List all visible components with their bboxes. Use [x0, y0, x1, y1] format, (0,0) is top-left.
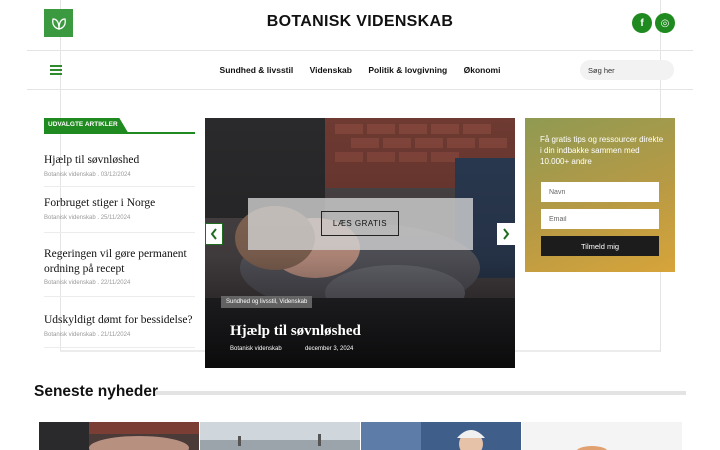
slide-category[interactable]: Sundhed og livsstil, Videnskab	[221, 296, 313, 308]
subscribe-button[interactable]: Tilmeld mig	[541, 236, 659, 256]
article-meta: Botanisk videnskab . 22/11/2024	[44, 280, 131, 286]
slide-title[interactable]: Hjælp til søvnløshed	[230, 323, 361, 340]
read-free-button[interactable]: LÆS GRATIS	[321, 211, 399, 236]
instagram-icon[interactable]: ◎	[655, 13, 675, 33]
chevron-left-icon	[210, 228, 217, 240]
main-nav: Sundhed & livsstil Videnskab Politik & l…	[27, 51, 693, 89]
featured-article[interactable]: Forbruget stiger i Norge Botanisk videns…	[44, 196, 195, 221]
name-field[interactable]	[541, 182, 659, 202]
divider	[44, 186, 195, 187]
divider	[44, 232, 195, 233]
featured-article[interactable]: Hjælp til søvnløshed Botanisk videnskab …	[44, 153, 195, 178]
divider	[44, 347, 195, 348]
nav-link-okonomi[interactable]: Økonomi	[464, 65, 501, 75]
article-meta: Botanisk videnskab . 03/12/2024	[44, 171, 131, 178]
featured-article[interactable]: Udskyldigt dømt for bessidelse? Botanisk…	[44, 313, 195, 338]
section-title: Seneste nyheder	[34, 383, 159, 400]
thumbnail-image	[39, 422, 199, 450]
nav-link-sundhed[interactable]: Sundhed & livsstil	[220, 65, 294, 75]
site-title[interactable]: BOTANISK VIDENSKAB	[0, 13, 720, 31]
article-title[interactable]: Forbruget stiger i Norge	[44, 196, 195, 211]
news-thumbnail[interactable]	[522, 422, 682, 450]
thumbnail-image	[361, 422, 521, 450]
frame-line	[27, 89, 693, 90]
news-thumbnail[interactable]	[361, 422, 521, 450]
article-title[interactable]: Regeringen vil gøre permanent ordning på…	[44, 247, 195, 276]
chevron-right-icon	[503, 228, 510, 240]
slide-author[interactable]: Botanisk videnskab	[230, 346, 282, 352]
slide-date: december 3, 2024	[305, 346, 354, 352]
email-field[interactable]	[541, 209, 659, 229]
featured-label: UDVALGTE ARTIKLER	[44, 118, 128, 132]
nav-link-videnskab[interactable]: Videnskab	[310, 65, 352, 75]
site-header: BOTANISK VIDENSKAB f ◎	[0, 0, 720, 50]
search-input[interactable]	[580, 60, 674, 80]
nav-link-politik[interactable]: Politik & lovgivning	[368, 65, 447, 75]
article-meta: Botanisk videnskab . 25/11/2024	[44, 214, 131, 221]
featured-header: UDVALGTE ARTIKLER	[44, 118, 195, 134]
newsletter-box: Få gratis tips og ressourcer direkte i d…	[525, 118, 675, 272]
newsletter-text: Få gratis tips og ressourcer direkte i d…	[540, 135, 664, 166]
divider	[44, 296, 195, 297]
slider-next-button[interactable]	[497, 223, 515, 245]
section-divider	[155, 391, 686, 395]
featured-article[interactable]: Regeringen vil gøre permanent ordning på…	[44, 247, 195, 286]
thumbnail-image	[200, 422, 360, 450]
hero-slider[interactable]: LÆS GRATIS Sundhed og livsstil, Videnska…	[205, 118, 515, 368]
thumbnail-image	[522, 422, 682, 450]
article-title[interactable]: Hjælp til søvnløshed	[44, 153, 195, 168]
slider-prev-button[interactable]	[205, 223, 223, 245]
article-title[interactable]: Udskyldigt dømt for bessidelse?	[44, 313, 195, 328]
news-thumbnail[interactable]	[200, 422, 360, 450]
news-thumbnail[interactable]	[39, 422, 199, 450]
subscribe-popup: LÆS GRATIS	[248, 198, 473, 250]
facebook-icon[interactable]: f	[632, 13, 652, 33]
article-meta: Botanisk videnskab . 21/11/2024	[44, 331, 131, 338]
